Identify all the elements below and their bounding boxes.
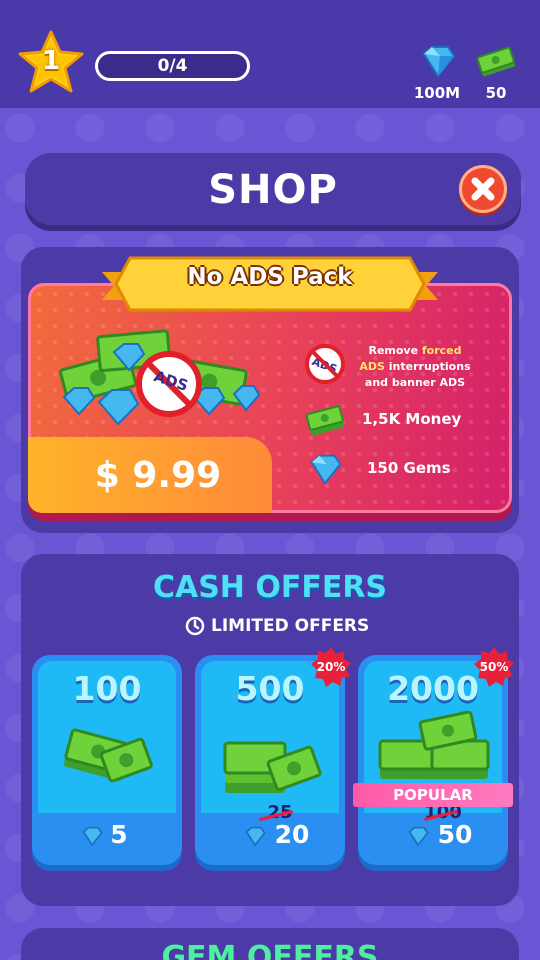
popular-ribbon: POPULAR (353, 783, 513, 807)
close-icon (471, 177, 495, 201)
feature-remove-ads: Remove forced ADS interruptions and bann… (359, 344, 471, 389)
feature-money: 1,5K Money (362, 410, 462, 428)
no-ads-pack-title: No ADS Pack (187, 264, 353, 290)
no-ads-icon: ADS (305, 344, 345, 384)
cash-offer-card-1[interactable]: 100 5 (32, 655, 182, 865)
level-progress-bar: 0/4 (95, 51, 250, 81)
money-icon (305, 405, 345, 436)
limited-offers-label: LIMITED OFFERS (185, 614, 369, 638)
close-button[interactable] (459, 165, 507, 213)
gem-icon (423, 46, 455, 77)
feature-gems: 150 Gems (367, 459, 451, 477)
offer-price: 20 (274, 820, 310, 849)
money-balance: 50 (485, 84, 507, 102)
level-progress-text: 0/4 (157, 56, 188, 76)
offer-price: 5 (110, 820, 128, 849)
offer-price: 50 (437, 820, 473, 849)
cash-offers-title: CASH OFFERS (152, 570, 388, 605)
money-stack-icon (63, 728, 153, 783)
money-stack-icon (223, 741, 322, 793)
gem-icon (310, 454, 342, 485)
page-title: SHOP (208, 167, 338, 213)
shop-header: SHOP (25, 153, 521, 225)
offer-amount: 100 (72, 669, 142, 708)
money-pile-icon (378, 711, 490, 779)
clock-icon (185, 616, 205, 636)
money-icon (476, 46, 516, 77)
gem-offers-title: GEM OFFERS (161, 940, 379, 960)
discount-badge: 50% (479, 660, 509, 674)
no-ads-price: $ 9.99 (94, 455, 222, 496)
level-number: 1 (41, 46, 61, 76)
gem-balance: 100M (413, 84, 461, 102)
discount-badge: 20% (316, 660, 346, 674)
